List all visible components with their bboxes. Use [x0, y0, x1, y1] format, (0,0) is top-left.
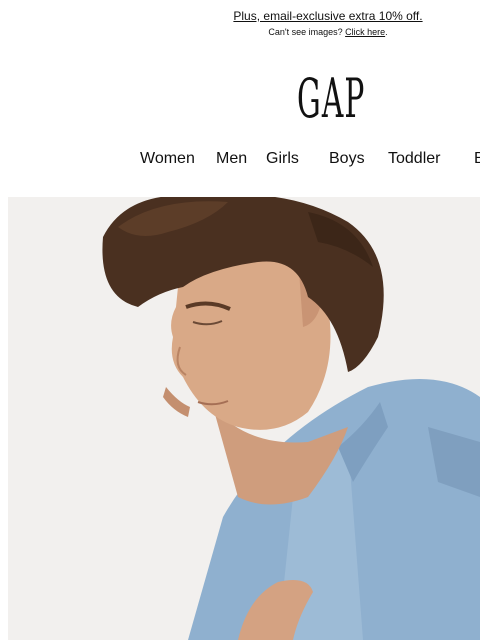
promo-banner[interactable]: Plus, email-exclusive extra 10% off.	[0, 9, 480, 23]
subline-suffix: .	[385, 27, 388, 37]
nav-item-boys[interactable]: Boys	[329, 150, 365, 168]
cant-see-images-line: Can't see images? Click here.	[0, 27, 480, 37]
nav-item-men[interactable]: Men	[216, 150, 247, 168]
logo-text: GAP	[296, 67, 366, 130]
subline-prefix: Can't see images?	[268, 27, 346, 37]
nav-item-baby[interactable]: B	[474, 150, 480, 168]
promo-link[interactable]: Plus, email-exclusive extra 10% off.	[233, 9, 422, 23]
nav-item-women[interactable]: Women	[140, 150, 195, 168]
nav-item-toddler[interactable]: Toddler	[388, 150, 440, 168]
man-in-denim-shirt-photo	[8, 197, 480, 640]
gap-logo[interactable]: GAP	[291, 68, 371, 130]
nav-item-girls[interactable]: Girls	[266, 150, 299, 168]
hero-image[interactable]	[8, 197, 480, 640]
category-nav: Women Men Girls Boys Toddler B	[0, 150, 480, 172]
click-here-link[interactable]: Click here	[345, 27, 385, 37]
